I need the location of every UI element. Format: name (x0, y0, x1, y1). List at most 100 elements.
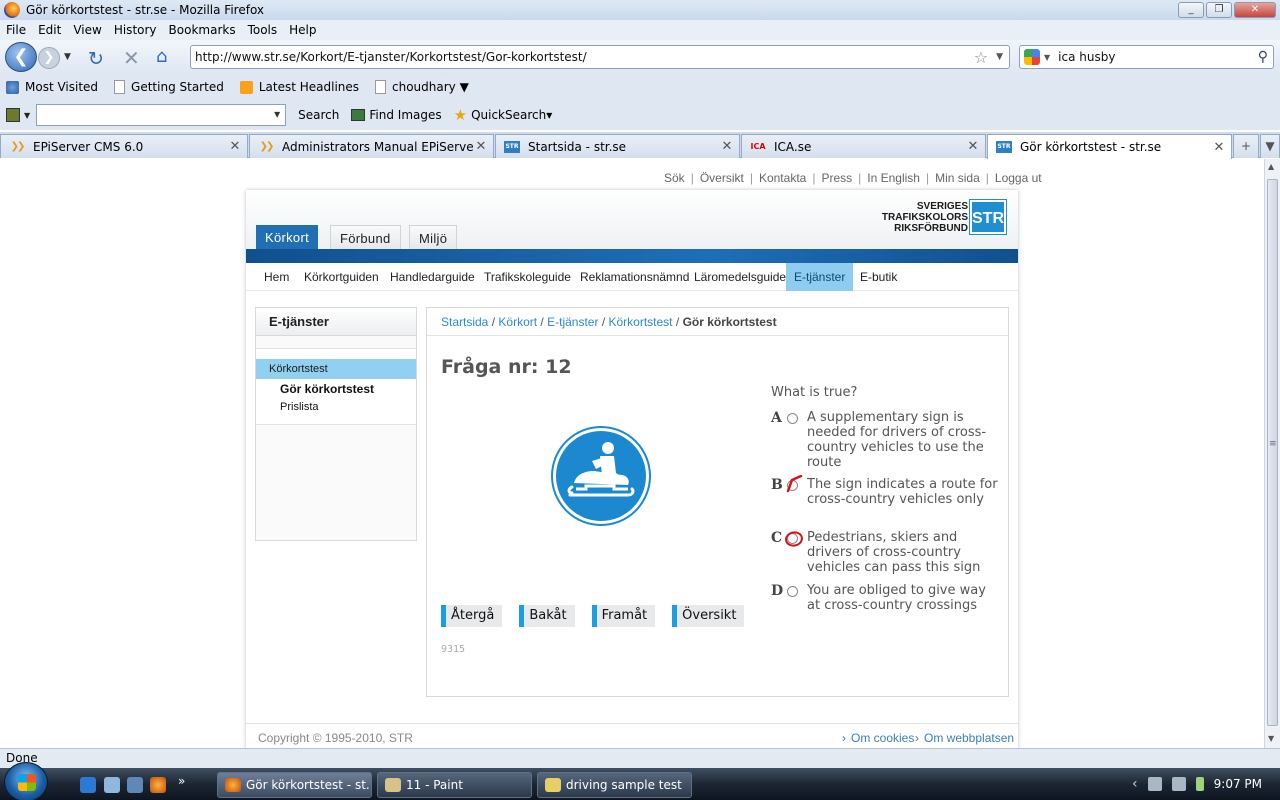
film-icon[interactable] (6, 108, 20, 122)
scroll-down-icon[interactable]: ▼ (1268, 734, 1274, 743)
network-icon[interactable] (1147, 777, 1162, 791)
search-bar[interactable]: ▼ ica husby ⚲ (1019, 45, 1274, 69)
breadcrumb-startsida[interactable]: Startsida (441, 315, 488, 329)
bookmark-getting-started[interactable]: Getting Started (114, 80, 224, 94)
toplink-sok[interactable]: Sök (664, 171, 685, 185)
battery-icon[interactable] (1195, 777, 1204, 791)
tab-close-icon[interactable]: ✕ (473, 139, 489, 154)
bookmark-latest-headlines[interactable]: Latest Headlines (239, 80, 359, 94)
main-tab-forbund[interactable]: Förbund (330, 225, 401, 250)
subnav-reklamationsnamnd[interactable]: Reklamationsnämnd (572, 263, 697, 291)
minimize-button[interactable]: _ (1178, 2, 1204, 18)
bookmark-star-icon[interactable]: ☆ (974, 48, 988, 67)
subnav-korkortguiden[interactable]: Körkortguiden (296, 263, 387, 291)
subnav-laromedelsguide[interactable]: Läromedelsguide (686, 263, 794, 291)
google-icon[interactable] (1024, 49, 1040, 65)
aterga-button[interactable]: Återgå (441, 605, 503, 627)
addon-search-combo[interactable] (36, 104, 287, 126)
breadcrumb-current: Gör körkortstest (682, 315, 777, 329)
stop-icon[interactable]: ✕ (123, 46, 140, 70)
maximize-button[interactable]: ❐ (1206, 2, 1232, 18)
url-dropdown-icon[interactable]: ▼ (996, 52, 1003, 62)
tab-admin-manual[interactable]: ❯❯ Administrators Manual EPiServer C... … (249, 134, 494, 158)
tab-gor-korkortstest[interactable]: STR Gör körkortstest - str.se ✕ (987, 134, 1232, 159)
show-desktop-icon[interactable] (104, 777, 120, 793)
toplink-oversikt[interactable]: Översikt (700, 171, 744, 185)
toplink-press[interactable]: Press (821, 171, 852, 185)
toplink-min-sida[interactable]: Min sida (935, 171, 980, 185)
new-tab-icon[interactable]: + (1233, 134, 1259, 158)
breadcrumb-korkort[interactable]: Körkort (498, 315, 537, 329)
option-d-radio[interactable] (787, 586, 798, 597)
footer-link-om-webbplatsen[interactable]: Om webbplatsen (915, 731, 1014, 745)
footer-link-om-cookies[interactable]: Om cookies (842, 731, 914, 745)
subnav-e-tjanster[interactable]: E-tjänster (786, 263, 854, 291)
url-bar[interactable]: STR http://www.str.se/Korkort/E-tjanster… (190, 45, 1010, 91)
tab-close-icon[interactable]: ✕ (719, 139, 735, 154)
tab-episerver[interactable]: ❯❯ EPiServer CMS 6.0 ✕ (0, 134, 248, 158)
search-icon[interactable]: ⚲ (1258, 49, 1268, 65)
tab-close-icon[interactable]: ✕ (965, 139, 981, 154)
more-icon[interactable]: » (178, 774, 194, 790)
scroll-up-icon[interactable]: ▲ (1268, 162, 1274, 171)
tray-expand-icon[interactable]: ‹ (1132, 776, 1138, 792)
home-icon[interactable]: ⌂ (156, 46, 167, 67)
main-tab-miljo[interactable]: Miljö (409, 225, 458, 250)
menu-tools[interactable]: Tools (248, 23, 278, 37)
url-text[interactable]: http://www.str.se/Korkort/E-tjanster/Kor… (195, 50, 974, 64)
subnav-trafikskoleguide[interactable]: Trafikskoleguide (476, 263, 579, 291)
tab-list-icon[interactable]: ▼ (1260, 134, 1280, 158)
menu-view[interactable]: View (73, 23, 101, 37)
subnav-handledarguide[interactable]: Handledarguide (382, 263, 483, 291)
sidebar-item-korkortstest[interactable]: Körkortstest (256, 359, 416, 379)
sidebar-item-prislista[interactable]: Prislista (280, 401, 319, 413)
breadcrumb-e-tjanster[interactable]: E-tjänster (547, 315, 598, 329)
start-button[interactable] (4, 762, 48, 800)
tab-close-icon[interactable]: ✕ (1211, 140, 1227, 155)
menu-edit[interactable]: Edit (38, 23, 61, 37)
menu-help[interactable]: Help (289, 23, 316, 37)
search-engine-dropdown-icon[interactable]: ▼ (1044, 53, 1050, 62)
task-paint[interactable]: 11 - Paint (377, 772, 532, 798)
search-input[interactable]: ica husby (1058, 50, 1258, 64)
reload-icon[interactable]: ↻ (88, 48, 104, 70)
bookmark-choudhary[interactable]: choudhary ▼ (375, 80, 469, 94)
sidebar-item-gor-korkortstest[interactable]: Gör körkortstest (280, 382, 374, 396)
bookmark-most-visited[interactable]: Most Visited (6, 80, 98, 94)
oversikt-button[interactable]: Översikt (672, 605, 745, 627)
switch-windows-icon[interactable] (127, 777, 143, 793)
toplink-logga-ut[interactable]: Logga ut (995, 171, 1042, 185)
tab-ica[interactable]: ICA ICA.se ✕ (741, 134, 986, 158)
option-a-radio[interactable] (787, 413, 798, 424)
toplink-in-english[interactable]: In English (867, 171, 920, 185)
volume-icon[interactable] (1171, 777, 1186, 791)
addon-dropdown-icon[interactable]: ▼ (24, 111, 30, 120)
history-dropdown-icon[interactable]: ▼ (64, 52, 71, 62)
menu-file[interactable]: File (6, 23, 26, 37)
addon-search-button[interactable]: Search (298, 108, 339, 122)
back-button[interactable]: ❮ (5, 42, 37, 72)
task-firefox[interactable]: Gör körkortstest - st... (217, 772, 372, 798)
main-tab-korkort[interactable]: Körkort (256, 225, 319, 250)
forward-button[interactable]: ❯ (38, 47, 60, 69)
task-driving-sample-test[interactable]: driving sample test (537, 772, 692, 798)
menu-bookmarks[interactable]: Bookmarks (169, 23, 236, 37)
clock[interactable]: 9:07 PM (1214, 777, 1262, 791)
breadcrumb-korkortstest[interactable]: Körkortstest (609, 315, 673, 329)
tab-startsida[interactable]: STR Startsida - str.se ✕ (495, 134, 740, 158)
quicksearch-button[interactable]: ★ QuickSearch▾ (454, 106, 553, 124)
menu-history[interactable]: History (114, 23, 157, 37)
close-button[interactable]: ✕ (1234, 2, 1276, 18)
scrollbar-thumb[interactable] (1267, 179, 1278, 726)
firefox-quicklaunch-icon[interactable] (150, 777, 166, 793)
subnav-e-butik[interactable]: E-butik (852, 263, 905, 291)
bakat-button[interactable]: Bakåt (519, 605, 575, 627)
framat-button[interactable]: Framåt (591, 605, 656, 627)
ie-icon[interactable] (80, 777, 96, 793)
subnav-hem[interactable]: Hem (256, 263, 297, 291)
str-logo[interactable]: SVERIGES TRAFIKSKOLORS RIKSFÖRBUND STR (882, 199, 1007, 235)
tab-close-icon[interactable]: ✕ (227, 139, 243, 154)
find-images-button[interactable]: Find Images (351, 108, 442, 122)
toplink-kontakta[interactable]: Kontakta (759, 171, 806, 185)
vertical-scrollbar[interactable]: ▲ ≡ ▼ (1264, 159, 1280, 748)
